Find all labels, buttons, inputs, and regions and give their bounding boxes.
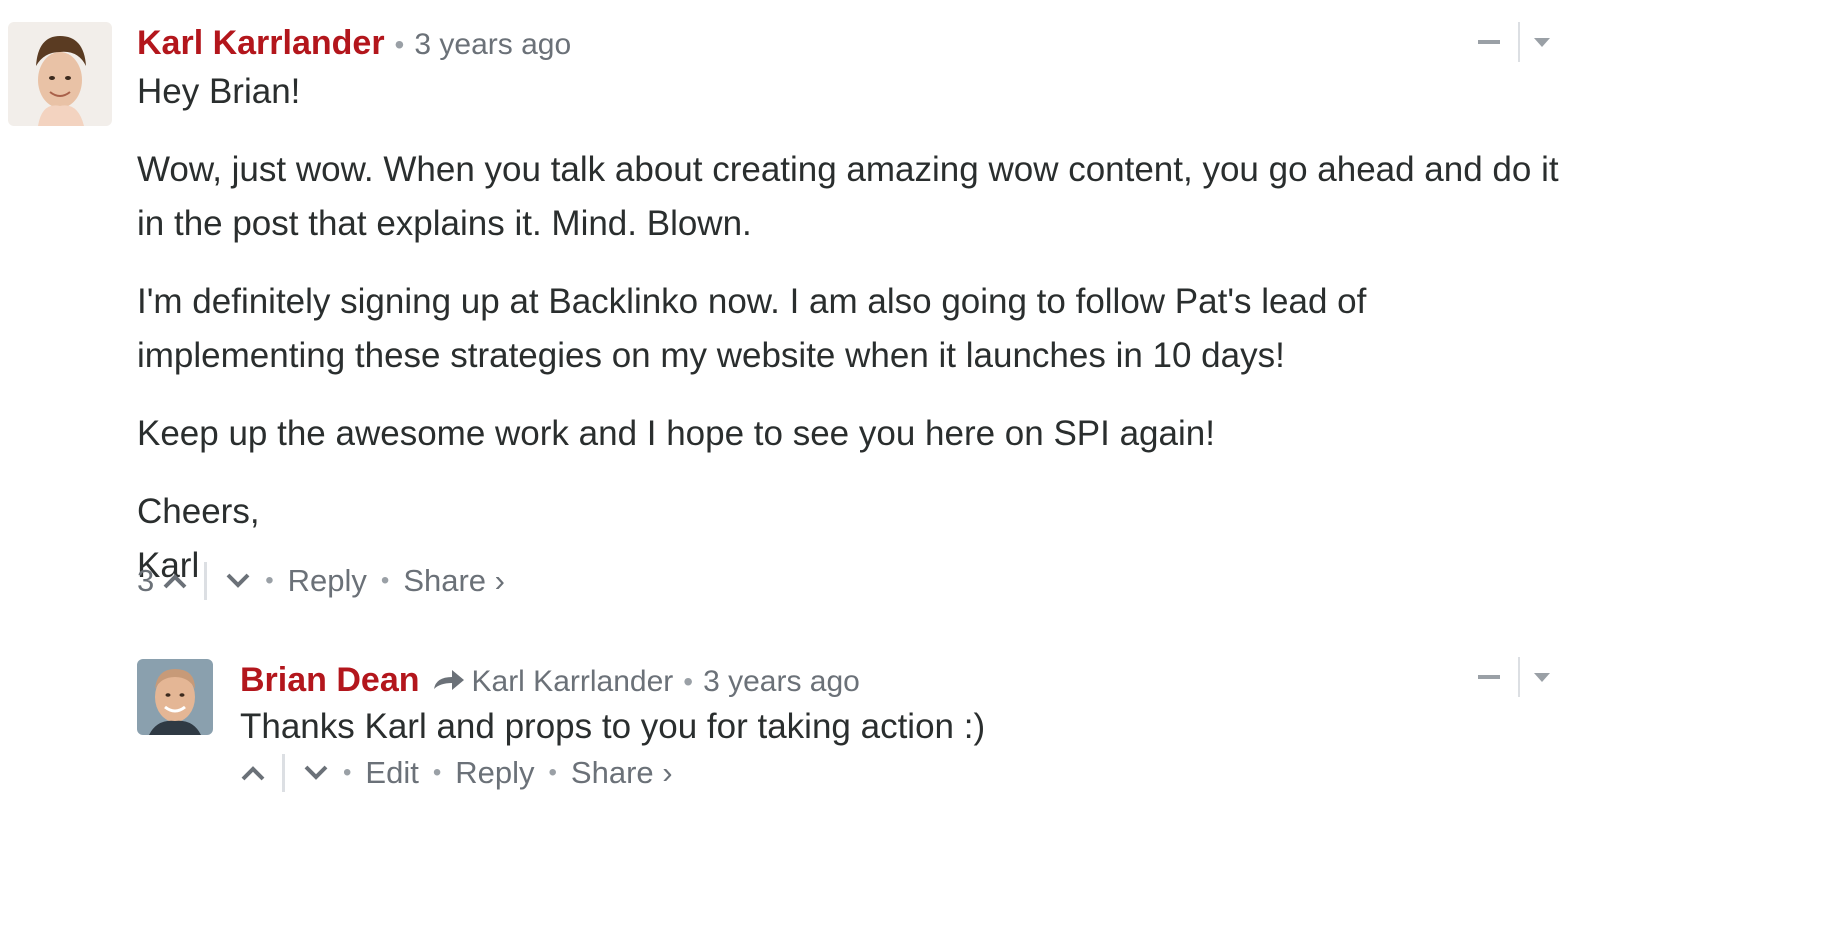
separator-dot: • xyxy=(683,666,694,697)
share-button[interactable]: Share › xyxy=(403,563,505,599)
separator-dot: • xyxy=(380,567,390,594)
divider xyxy=(204,562,208,600)
collapse-icon[interactable] xyxy=(1478,40,1500,44)
vote-count: 3 xyxy=(137,563,155,598)
separator-dot: • xyxy=(265,567,274,594)
separator-dot: • xyxy=(343,759,352,786)
dropdown-arrow-icon[interactable] xyxy=(1534,37,1550,47)
dropdown-arrow-icon[interactable] xyxy=(1534,672,1550,682)
comment-paragraph: I'm definitely signing up at Backlinko n… xyxy=(137,282,1367,375)
comment-actions: • Edit • Reply • Share › xyxy=(240,754,673,792)
comment-paragraph: Hey Brian! xyxy=(137,72,301,111)
divider xyxy=(282,754,285,792)
in-reply-to[interactable]: Karl Karrlander xyxy=(472,665,674,699)
comment-actions: 3 • Reply • Share › xyxy=(137,562,505,600)
comment-menu xyxy=(1478,657,1550,697)
comment-paragraph: Keep up the awesome work and I hope to s… xyxy=(137,414,1215,453)
downvote-icon[interactable] xyxy=(225,572,251,590)
divider xyxy=(1518,22,1520,62)
timestamp[interactable]: 3 years ago xyxy=(703,665,860,699)
upvote-icon[interactable] xyxy=(240,764,266,782)
signoff-line: Cheers, xyxy=(137,492,260,531)
reply-button[interactable]: Reply xyxy=(455,755,534,791)
reply-button[interactable]: Reply xyxy=(288,563,367,599)
author-name[interactable]: Brian Dean xyxy=(240,661,420,700)
comment-header: Karl Karrlander • 3 years ago xyxy=(137,24,571,63)
author-name[interactable]: Karl Karrlander xyxy=(137,24,385,63)
comment-body: Hey Brian! Wow, just wow. When you talk … xyxy=(137,65,1567,593)
reply-arrow-icon xyxy=(433,670,464,690)
comment-paragraph: Thanks Karl and props to you for taking … xyxy=(240,707,986,746)
avatar[interactable] xyxy=(137,659,213,735)
comment-header: Brian Dean Karl Karrlander • 3 years ago xyxy=(240,661,860,700)
collapse-icon[interactable] xyxy=(1478,675,1500,679)
divider xyxy=(1518,657,1520,697)
downvote-icon[interactable] xyxy=(303,764,329,782)
avatar[interactable] xyxy=(8,22,112,126)
comment-paragraph: Wow, just wow. When you talk about creat… xyxy=(137,150,1559,243)
timestamp[interactable]: 3 years ago xyxy=(414,28,571,62)
upvote-icon[interactable] xyxy=(162,572,188,590)
comment-body: Thanks Karl and props to you for taking … xyxy=(240,700,1540,754)
separator-dot: • xyxy=(432,759,442,786)
share-button[interactable]: Share › xyxy=(571,755,673,791)
comment-menu xyxy=(1478,22,1550,62)
edit-button[interactable]: Edit xyxy=(365,755,418,791)
separator-dot: • xyxy=(394,29,405,60)
separator-dot: • xyxy=(548,759,557,786)
